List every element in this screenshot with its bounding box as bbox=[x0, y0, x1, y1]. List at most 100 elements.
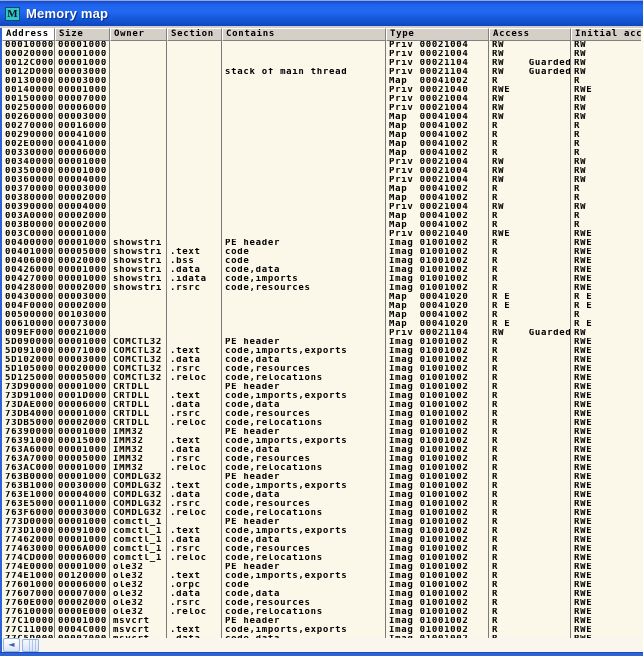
table-row[interactable]: 763B100000030000COMDLG32.textcode,import… bbox=[2, 482, 641, 491]
column-header-size[interactable]: Size bbox=[55, 28, 110, 41]
table-row[interactable]: 5D09000000001000COMCTL32PE headerImag 01… bbox=[2, 338, 641, 347]
table-row[interactable]: 0014000000001000Priv 00021040RWERWE bbox=[2, 86, 641, 95]
table-row[interactable]: 73DB500000002000CRTDLL.reloccode,relocat… bbox=[2, 419, 641, 428]
table-row[interactable]: 0035000000001000Priv 00021004RWRW bbox=[2, 167, 641, 176]
table-row[interactable]: 774E100000120000ole32.textcode,imports,e… bbox=[2, 572, 641, 581]
title-bar[interactable]: M Memory map bbox=[0, 0, 643, 26]
table-row[interactable]: 0002000000001000Priv 00021004RWRW bbox=[2, 50, 641, 59]
table-row[interactable]: 763AC00000001000IMM32.reloccode,relocati… bbox=[2, 464, 641, 473]
table-row[interactable]: 0015000000007000Priv 00021004RWRW bbox=[2, 95, 641, 104]
horizontal-scrollbar[interactable]: ◄ bbox=[2, 638, 641, 652]
table-row[interactable]: 0037000000003000Map 00041002RR bbox=[2, 185, 641, 194]
table-row[interactable]: 0040600000020000showstri.bsscodeImag 010… bbox=[2, 257, 641, 266]
cell-section bbox=[167, 140, 222, 149]
memory-table-body[interactable]: 0001000000001000Priv 00021004RWRW0002000… bbox=[2, 41, 641, 638]
cell-address: 77610000 bbox=[2, 608, 55, 617]
cell-type: Priv 00021040 bbox=[386, 86, 489, 95]
cell-size: 00011000 bbox=[55, 500, 110, 509]
column-header-address[interactable]: Address bbox=[2, 28, 55, 41]
cell-access: R bbox=[489, 185, 571, 194]
table-row[interactable]: 0040100000005000showstri.textcodeImag 01… bbox=[2, 248, 641, 257]
cell-contains bbox=[222, 230, 386, 239]
table-row[interactable]: 5D10500000020000COMCTL32.rsrccode,resour… bbox=[2, 365, 641, 374]
table-row[interactable]: 73D910000001D000CRTDLL.textcode,imports,… bbox=[2, 392, 641, 401]
table-row[interactable]: 776100000000E000ole32.reloccode,relocati… bbox=[2, 608, 641, 617]
table-row[interactable]: 7760E00000002000ole32.rsrccode,resources… bbox=[2, 599, 641, 608]
scrollbar-thumb[interactable] bbox=[22, 639, 39, 652]
table-row[interactable]: 003C000000001000Priv 00021040RWERWE bbox=[2, 230, 641, 239]
table-row[interactable]: 0042600000001000showstri.datacode,dataIm… bbox=[2, 266, 641, 275]
table-row[interactable]: 7760100000006000ole32.orpccodeImag 01001… bbox=[2, 581, 641, 590]
cell-access: R bbox=[489, 365, 571, 374]
table-row[interactable]: 5D09100000071000COMCTL32.textcode,import… bbox=[2, 347, 641, 356]
column-header-access[interactable]: Access bbox=[489, 28, 571, 41]
column-header-section[interactable]: Section bbox=[167, 28, 222, 41]
cell-size: 00020000 bbox=[55, 365, 110, 374]
table-row[interactable]: 763A700000005000IMM32.rsrccode,resources… bbox=[2, 455, 641, 464]
cell-section: .bss bbox=[167, 257, 222, 266]
cell-owner bbox=[110, 95, 167, 104]
cell-access: R bbox=[489, 212, 571, 221]
table-row[interactable]: 009EF00000021000Priv 00021104RW GuardedR… bbox=[2, 329, 641, 338]
table-row[interactable]: 0029000000041000Map 00041002RR bbox=[2, 131, 641, 140]
table-row[interactable]: 774630000006A000comctl_1.rsrccode,resour… bbox=[2, 545, 641, 554]
table-row[interactable]: 0012C00000001000Priv 00021104RW GuardedR… bbox=[2, 59, 641, 68]
table-row[interactable]: 763F600000003000COMDLG32.reloccode,reloc… bbox=[2, 509, 641, 518]
cell-contains: PE header bbox=[222, 239, 386, 248]
table-row[interactable]: 773D100000091000comctl_1.textcode,import… bbox=[2, 527, 641, 536]
table-row[interactable]: 0038000000002000Map 00041002RR bbox=[2, 194, 641, 203]
table-row[interactable]: 0043000000003000Map 00041020R ER E bbox=[2, 293, 641, 302]
table-row[interactable]: 7639000000001000IMM32PE headerImag 01001… bbox=[2, 428, 641, 437]
table-row[interactable]: 0001000000001000Priv 00021004RWRW bbox=[2, 41, 641, 50]
cell-address: 5D091000 bbox=[2, 347, 55, 356]
table-row[interactable]: 0042700000001000showstri.idatacode,impor… bbox=[2, 275, 641, 284]
table-row[interactable]: 0042800000002000showstri.rsrccode,resour… bbox=[2, 284, 641, 293]
table-row[interactable]: 0013000000003000Map 00041002RR bbox=[2, 77, 641, 86]
cell-owner: ole32 bbox=[110, 572, 167, 581]
table-row[interactable]: 763B000000001000COMDLG32PE headerImag 01… bbox=[2, 473, 641, 482]
scroll-left-button[interactable]: ◄ bbox=[3, 638, 20, 652]
cell-size: 0004C000 bbox=[55, 626, 110, 635]
column-header-initial_access[interactable]: Initial acc bbox=[571, 28, 641, 41]
table-row[interactable]: 5D10200000003000COMCTL32.datacode,dataIm… bbox=[2, 356, 641, 365]
cell-type: Imag 01001002 bbox=[386, 374, 489, 383]
table-row[interactable]: 774E000000001000ole32PE headerImag 01001… bbox=[2, 563, 641, 572]
table-row[interactable]: 77C1000000001000msvcrtPE headerImag 0100… bbox=[2, 617, 641, 626]
column-header-owner[interactable]: Owner bbox=[110, 28, 167, 41]
cell-owner: msvcrt bbox=[110, 617, 167, 626]
table-row[interactable]: 5D12500000005000COMCTL32.reloccode,reloc… bbox=[2, 374, 641, 383]
table-row[interactable]: 0039000000004000Priv 00021004RWRW bbox=[2, 203, 641, 212]
table-row[interactable]: 774CD00000006000comctl_1.reloccode,reloc… bbox=[2, 554, 641, 563]
table-row[interactable]: 7746200000001000comctl_1.datacode,dataIm… bbox=[2, 536, 641, 545]
table-row[interactable]: 0040000000001000showstriPE headerImag 01… bbox=[2, 239, 641, 248]
scrollbar-track[interactable] bbox=[39, 638, 641, 652]
table-row[interactable]: 7760700000007000ole32.datacode,dataImag … bbox=[2, 590, 641, 599]
table-row[interactable]: 7639100000015000IMM32.textcode,imports,e… bbox=[2, 437, 641, 446]
table-row[interactable]: 0036000000004000Priv 00021004RWRW bbox=[2, 176, 641, 185]
cell-initial_access: RWE bbox=[571, 455, 641, 464]
table-row[interactable]: 0061000000073000Map 00041020R ER E bbox=[2, 320, 641, 329]
table-row[interactable]: 0033000000006000Map 00041002RR bbox=[2, 149, 641, 158]
cell-owner: comctl_1 bbox=[110, 527, 167, 536]
table-row[interactable]: 003A000000002000Map 00041002RR bbox=[2, 212, 641, 221]
table-row[interactable]: 73DB400000001000CRTDLL.rsrccode,resource… bbox=[2, 410, 641, 419]
table-row[interactable]: 004F000000002000Map 00041020R ER E bbox=[2, 302, 641, 311]
table-row[interactable]: 763A600000001000IMM32.datacode,dataImag … bbox=[2, 446, 641, 455]
table-row[interactable]: 002E000000041000Map 00041002RR bbox=[2, 140, 641, 149]
table-row[interactable]: 0025000000006000Priv 00021004RWRW bbox=[2, 104, 641, 113]
table-row[interactable]: 73DAE00000006000CRTDLL.datacode,dataImag… bbox=[2, 401, 641, 410]
table-row[interactable]: 003B000000002000Map 00041002RR bbox=[2, 221, 641, 230]
column-header-contains[interactable]: Contains bbox=[222, 28, 386, 41]
table-row[interactable]: 77C110000004C000msvcrt.textcode,imports,… bbox=[2, 626, 641, 635]
column-header-type[interactable]: Type bbox=[386, 28, 489, 41]
table-row[interactable]: 0034000000001000Priv 00021004RWRW bbox=[2, 158, 641, 167]
table-row[interactable]: 0027000000016000Map 00041002RR bbox=[2, 122, 641, 131]
table-row[interactable]: 763E100000004000COMDLG32.datacode,dataIm… bbox=[2, 491, 641, 500]
cell-size: 00071000 bbox=[55, 347, 110, 356]
table-row[interactable]: 73D9000000001000CRTDLLPE headerImag 0100… bbox=[2, 383, 641, 392]
table-row[interactable]: 763E500000011000COMDLG32.rsrccode,resour… bbox=[2, 500, 641, 509]
table-row[interactable]: 0026000000003000Map 00041004RWRW bbox=[2, 113, 641, 122]
table-row[interactable]: 0012D00000003000stack of main threadPriv… bbox=[2, 68, 641, 77]
table-row[interactable]: 773D000000001000comctl_1PE headerImag 01… bbox=[2, 518, 641, 527]
table-row[interactable]: 0050000000103000Map 00041002RR bbox=[2, 311, 641, 320]
